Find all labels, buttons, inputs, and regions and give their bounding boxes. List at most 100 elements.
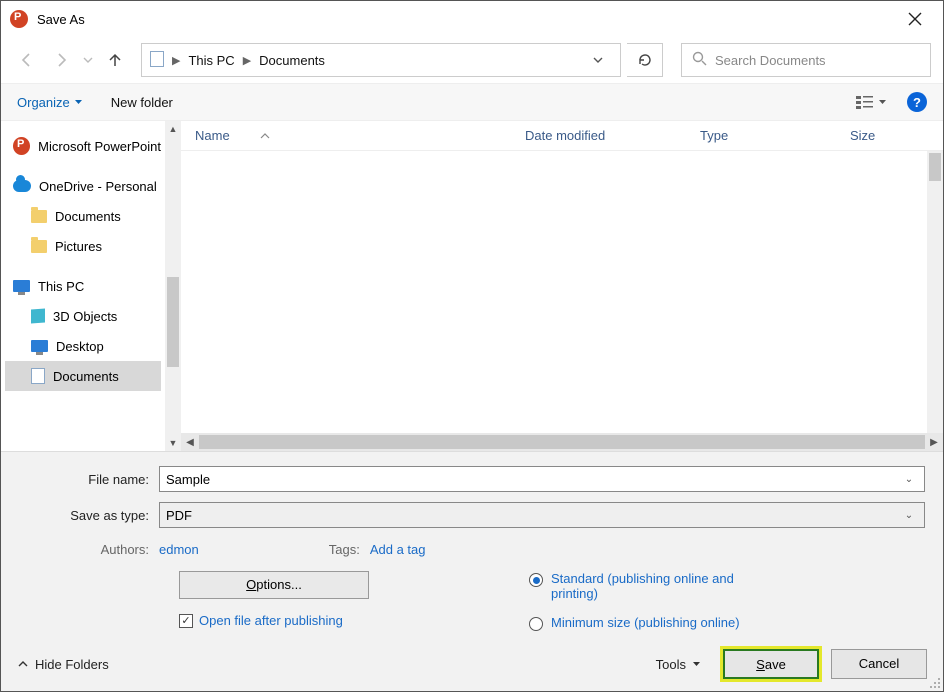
radio-standard[interactable]: Standard (publishing online and printing… bbox=[529, 571, 925, 601]
chevron-right-icon: ▶ bbox=[172, 54, 180, 67]
up-button[interactable] bbox=[101, 46, 129, 74]
tree-item-label: Pictures bbox=[55, 239, 102, 254]
chevron-down-icon[interactable]: ⌄ bbox=[900, 474, 918, 485]
file-list-body[interactable]: ◀ ▶ bbox=[181, 151, 943, 451]
tree-item-label: OneDrive - Personal bbox=[39, 179, 157, 194]
column-type[interactable]: Type bbox=[686, 128, 836, 143]
new-folder-button[interactable]: New folder bbox=[111, 95, 173, 110]
breadcrumb-folder[interactable]: Documents bbox=[259, 53, 325, 68]
folder-tree[interactable]: Microsoft PowerPoint OneDrive - Personal D… bbox=[1, 121, 165, 451]
recent-dropdown[interactable] bbox=[81, 46, 95, 74]
tree-scrollbar[interactable]: ▲ ▼ bbox=[165, 121, 181, 451]
document-icon bbox=[150, 51, 164, 70]
type-row: Save as type: ⌄ bbox=[19, 502, 925, 528]
browser-area: Microsoft PowerPoint OneDrive - Personal D… bbox=[1, 121, 943, 452]
tree-item[interactable]: Desktop bbox=[5, 331, 161, 361]
options-grid: Options... ✓ Open file after publishing … bbox=[19, 571, 925, 631]
sort-asc-icon bbox=[260, 132, 270, 140]
search-box[interactable] bbox=[681, 43, 931, 77]
cube-icon bbox=[31, 309, 45, 324]
authors-value[interactable]: edmon bbox=[159, 542, 199, 557]
list-vscrollbar[interactable] bbox=[927, 151, 943, 433]
caret-down-icon bbox=[692, 660, 701, 669]
toolbar: Organize New folder ? bbox=[1, 83, 943, 121]
filename-combo[interactable]: ⌄ bbox=[159, 466, 925, 492]
tree-item-label: Microsoft PowerPoint bbox=[38, 139, 161, 154]
tree-item[interactable]: OneDrive - Personal bbox=[5, 171, 161, 201]
column-size[interactable]: Size bbox=[836, 128, 943, 143]
type-input[interactable] bbox=[166, 508, 900, 523]
chevron-down-icon[interactable]: ⌄ bbox=[900, 510, 918, 521]
dialog-title: Save As bbox=[37, 12, 895, 27]
radio-minimum-label: Minimum size (publishing online) bbox=[551, 615, 740, 630]
ppt-icon bbox=[13, 137, 30, 155]
back-button[interactable] bbox=[13, 46, 41, 74]
breadcrumb-root[interactable]: This PC bbox=[188, 53, 234, 68]
tree-item[interactable]: 3D Objects bbox=[5, 301, 161, 331]
scroll-left-icon[interactable]: ◀ bbox=[181, 433, 199, 451]
address-history-dropdown[interactable] bbox=[584, 43, 612, 77]
cancel-button[interactable]: Cancel bbox=[831, 649, 927, 679]
refresh-button[interactable] bbox=[627, 43, 663, 77]
monitor-icon bbox=[13, 280, 30, 292]
help-button[interactable]: ? bbox=[907, 92, 927, 112]
column-date[interactable]: Date modified bbox=[511, 128, 686, 143]
scroll-down-icon[interactable]: ▼ bbox=[165, 435, 181, 451]
scroll-right-icon[interactable]: ▶ bbox=[925, 433, 943, 451]
tree-item[interactable]: This PC bbox=[5, 271, 161, 301]
footer: Hide Folders Tools Save Cancel bbox=[1, 641, 943, 691]
forward-button[interactable] bbox=[47, 46, 75, 74]
tree-item-label: Documents bbox=[53, 369, 119, 384]
radio-standard-label: Standard (publishing online and printing… bbox=[551, 571, 751, 601]
tree-item[interactable]: Pictures bbox=[5, 231, 161, 261]
tags-value[interactable]: Add a tag bbox=[370, 542, 426, 557]
chevron-up-icon bbox=[17, 658, 29, 670]
radio-minimum[interactable]: Minimum size (publishing online) bbox=[529, 615, 925, 631]
tree-item[interactable]: Microsoft PowerPoint bbox=[5, 131, 161, 161]
tree-item-label: Desktop bbox=[56, 339, 104, 354]
resize-grip-icon[interactable] bbox=[927, 675, 941, 689]
save-form: File name: ⌄ Save as type: ⌄ Authors: ed… bbox=[1, 452, 943, 641]
list-hscrollbar[interactable]: ◀ ▶ bbox=[181, 433, 943, 451]
cloud-icon bbox=[13, 180, 31, 192]
open-after-checkbox[interactable]: ✓ Open file after publishing bbox=[179, 613, 399, 628]
tree-item-label: Documents bbox=[55, 209, 121, 224]
open-after-label: Open file after publishing bbox=[199, 613, 343, 628]
save-button[interactable]: Save bbox=[723, 649, 819, 679]
hide-folders-button[interactable]: Hide Folders bbox=[17, 657, 109, 672]
tree-item-label: 3D Objects bbox=[53, 309, 117, 324]
type-combo[interactable]: ⌄ bbox=[159, 502, 925, 528]
options-button[interactable]: Options... bbox=[179, 571, 369, 599]
tree-item[interactable]: Documents bbox=[5, 201, 161, 231]
organize-menu[interactable]: Organize bbox=[17, 95, 83, 110]
nav-row: ▶ This PC ▶ Documents bbox=[1, 37, 943, 83]
tree-item[interactable]: Documents bbox=[5, 361, 161, 391]
address-bar[interactable]: ▶ This PC ▶ Documents bbox=[141, 43, 621, 77]
scrollbar-thumb[interactable] bbox=[167, 277, 179, 367]
tree-item-label: This PC bbox=[38, 279, 84, 294]
radio-icon bbox=[529, 617, 543, 631]
view-menu[interactable] bbox=[856, 95, 887, 109]
chevron-right-icon: ▶ bbox=[243, 54, 251, 67]
filename-input[interactable] bbox=[166, 472, 900, 487]
meta-row: Authors: edmon Tags: Add a tag bbox=[19, 542, 925, 557]
filename-row: File name: ⌄ bbox=[19, 466, 925, 492]
scrollbar-thumb[interactable] bbox=[929, 153, 941, 181]
powerpoint-icon bbox=[9, 9, 29, 29]
scroll-up-icon[interactable]: ▲ bbox=[165, 121, 181, 137]
folder-icon bbox=[31, 210, 47, 223]
file-list-column: Name Date modified Type Size ◀ ▶ bbox=[181, 121, 943, 451]
search-input[interactable] bbox=[715, 53, 920, 68]
close-icon[interactable] bbox=[895, 4, 935, 34]
column-name[interactable]: Name bbox=[181, 128, 511, 143]
scrollbar-thumb[interactable] bbox=[199, 435, 925, 449]
checkbox-icon: ✓ bbox=[179, 614, 193, 628]
tags-label: Tags: bbox=[329, 542, 360, 557]
tools-menu[interactable]: Tools bbox=[656, 657, 701, 672]
save-as-dialog: Save As ▶ This PC ▶ Documents bbox=[0, 0, 944, 692]
folder-icon bbox=[31, 240, 47, 253]
monitor-icon bbox=[31, 340, 48, 352]
authors-label: Authors: bbox=[19, 542, 149, 557]
search-icon bbox=[692, 51, 707, 69]
filename-label: File name: bbox=[19, 472, 149, 487]
